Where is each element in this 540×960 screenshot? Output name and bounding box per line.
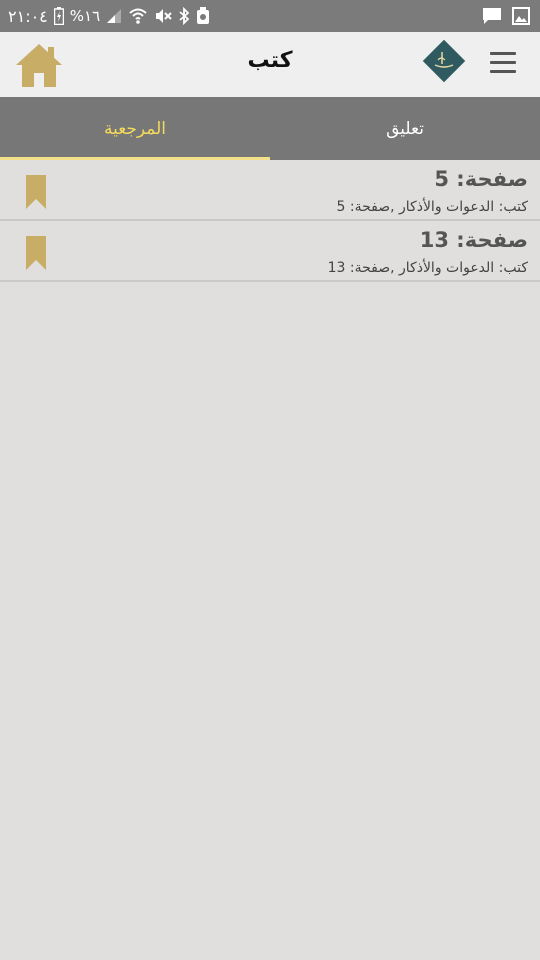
menu-button[interactable] — [487, 52, 519, 78]
status-bar: ٢١:٠٤ %١٦ — [0, 0, 540, 32]
app-logo — [421, 38, 467, 84]
alarm-icon — [196, 7, 210, 25]
hamburger-line — [490, 52, 516, 55]
tab-label: المرجعية — [103, 118, 167, 139]
tab-bookmarks[interactable]: المرجعية — [0, 97, 270, 160]
clock: ٢١:٠٤ — [8, 6, 48, 26]
tab-comments[interactable]: تعليق — [270, 97, 540, 160]
status-bar-left: ٢١:٠٤ %١٦ — [8, 0, 210, 32]
bookmark-subtitle: كتب: الدعوات والأذكار ,صفحة: 5 — [336, 199, 528, 215]
app-bar: كتب — [0, 32, 540, 97]
mute-icon — [154, 7, 172, 25]
battery-charging-icon — [53, 7, 64, 25]
tab-label: تعليق — [386, 118, 424, 139]
hamburger-line — [490, 61, 516, 64]
bookmark-title: صفحة: 5 — [434, 167, 528, 191]
cell-signal-icon — [106, 8, 122, 24]
battery-percent: %١٦ — [69, 7, 101, 25]
tab-bar: المرجعية تعليق — [0, 97, 540, 160]
image-notification-icon — [512, 7, 530, 25]
bluetooth-icon — [178, 7, 190, 25]
status-bar-right — [482, 0, 530, 32]
list-item[interactable]: صفحة: 5 كتب: الدعوات والأذكار ,صفحة: 5 — [0, 160, 540, 221]
bookmark-title: صفحة: 13 — [419, 228, 528, 252]
list-item[interactable]: صفحة: 13 كتب: الدعوات والأذكار ,صفحة: 13 — [0, 221, 540, 282]
bookmark-icon[interactable] — [26, 236, 46, 270]
wifi-icon — [128, 7, 148, 25]
bookmark-list: صفحة: 5 كتب: الدعوات والأذكار ,صفحة: 5 ص… — [0, 160, 540, 282]
message-notification-icon — [482, 7, 502, 25]
bookmark-subtitle: كتب: الدعوات والأذكار ,صفحة: 13 — [327, 260, 528, 276]
hamburger-line — [490, 70, 516, 73]
bookmark-icon[interactable] — [26, 175, 46, 209]
